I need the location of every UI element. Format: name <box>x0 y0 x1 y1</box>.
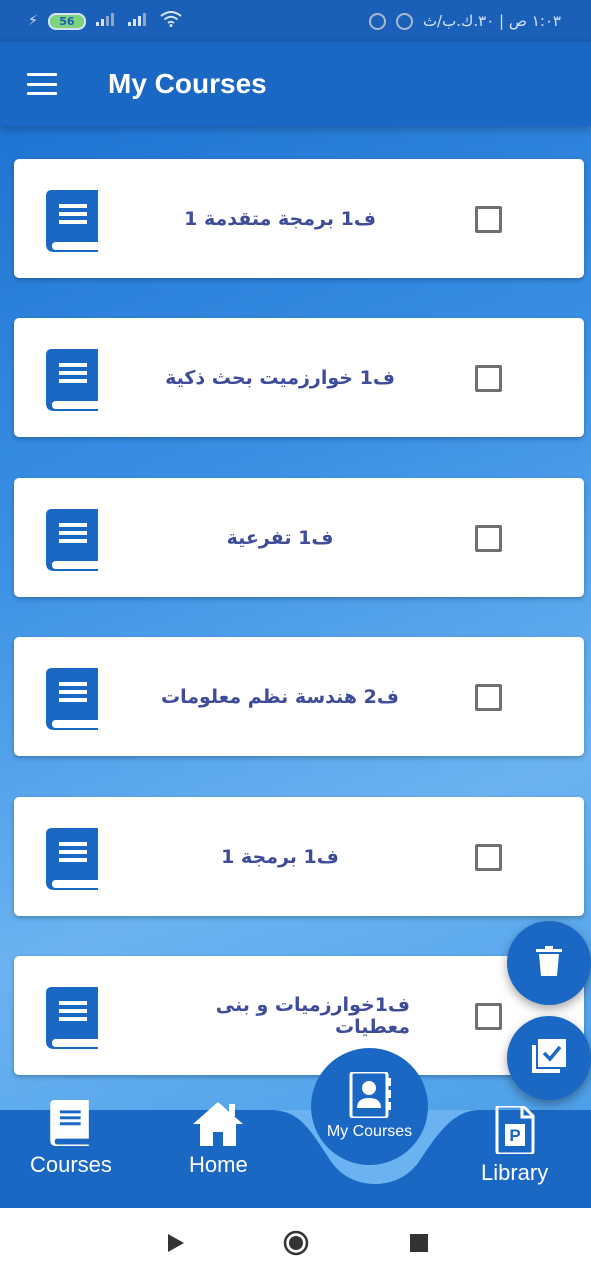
wifi-icon <box>160 11 182 31</box>
book-icon <box>46 349 102 411</box>
sync-icon-2 <box>395 12 413 30</box>
select-all-button[interactable] <box>507 1016 591 1100</box>
nav-library[interactable]: P Library <box>481 1104 549 1186</box>
nav-my-courses[interactable]: My Courses <box>311 1048 428 1165</box>
course-card[interactable]: ف1 خوارزميت بحث ذكية <box>14 318 584 437</box>
select-all-icon <box>532 1039 566 1077</box>
course-title: ف1 برمجة متقدمة 1 <box>184 207 376 230</box>
course-title: ف1 برمجة 1 <box>221 845 339 868</box>
course-title: ف1 خوارزميت بحث ذكية <box>165 366 395 389</box>
sync-icon <box>368 12 386 30</box>
app-bar: My Courses <box>0 42 591 126</box>
book-icon <box>46 987 102 1049</box>
signal-icon <box>95 12 118 30</box>
course-checkbox[interactable] <box>475 525 502 552</box>
nav-courses-label: Courses <box>30 1152 112 1177</box>
course-card[interactable]: ف1 برمجة متقدمة 1 <box>14 159 584 278</box>
hamburger-menu-icon[interactable] <box>27 73 57 95</box>
nav-home[interactable]: Home <box>189 1100 248 1178</box>
course-card[interactable]: ف1خوارزميات و بنى معطيات <box>14 956 584 1075</box>
status-bar: ⚡ 56 ١:٠٣ ص | ٣٠.ك.ب/ث <box>0 0 591 42</box>
course-title: ف1 تفرعية <box>226 526 334 549</box>
battery-indicator: 56 <box>47 12 86 30</box>
nav-my-courses-label: My Courses <box>326 1123 413 1140</box>
course-card[interactable]: ف2 هندسة نظم معلومات <box>14 637 584 756</box>
charging-icon: ⚡ <box>28 13 38 29</box>
book-icon <box>46 509 102 571</box>
page-title: My Courses <box>108 68 267 99</box>
course-checkbox[interactable] <box>475 206 502 233</box>
home-circle-icon[interactable] <box>283 1230 309 1260</box>
pdf-file-icon: P <box>495 1104 535 1160</box>
contact-book-icon <box>349 1070 391 1123</box>
course-card[interactable]: ف1 برمجة 1 <box>14 797 584 916</box>
course-title: ف2 هندسة نظم معلومات <box>161 685 399 708</box>
bottom-navigation: Courses Home P Library <box>0 1100 591 1208</box>
book-icon <box>46 190 102 252</box>
course-checkbox[interactable] <box>475 365 502 392</box>
svg-text:P: P <box>509 1126 520 1145</box>
status-left: ⚡ 56 <box>28 11 182 31</box>
recents-square-icon[interactable] <box>410 1234 428 1256</box>
book-icon <box>50 1100 92 1152</box>
delete-button[interactable] <box>507 921 591 1005</box>
course-checkbox[interactable] <box>475 1003 502 1030</box>
nav-courses[interactable]: Courses <box>30 1100 112 1178</box>
nav-library-label: Library <box>481 1160 549 1185</box>
book-icon <box>46 828 102 890</box>
nav-home-label: Home <box>189 1152 248 1177</box>
course-checkbox[interactable] <box>475 844 502 871</box>
course-list[interactable]: ف1 برمجة متقدمة 1 ف1 خوارزميت بحث ذكية ف… <box>0 126 591 1116</box>
course-card[interactable]: ف1 تفرعية <box>14 478 584 597</box>
signal-icon-2 <box>127 12 150 30</box>
status-right: ١:٠٣ ص | ٣٠.ك.ب/ث <box>368 12 561 30</box>
back-triangle-icon[interactable] <box>166 1232 186 1258</box>
course-checkbox[interactable] <box>475 684 502 711</box>
home-icon <box>191 1100 245 1152</box>
status-time: ١:٠٣ ص | ٣٠.ك.ب/ث <box>422 12 561 30</box>
book-icon <box>46 668 102 730</box>
system-navigation <box>0 1208 591 1280</box>
trash-icon <box>536 946 562 980</box>
